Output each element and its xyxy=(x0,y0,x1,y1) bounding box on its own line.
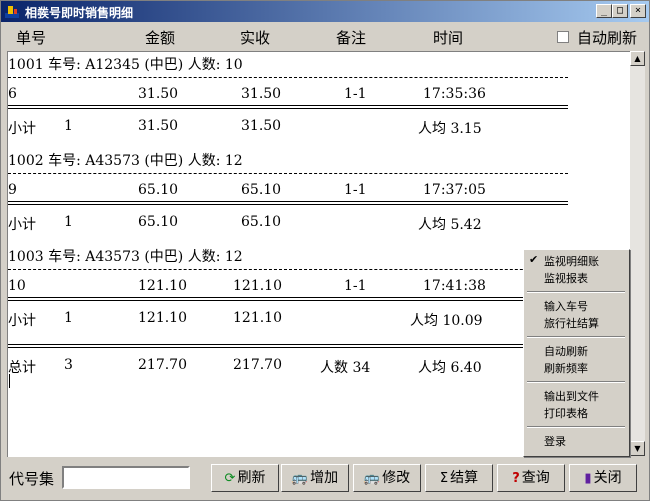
subtotal-amount: 31.50 xyxy=(138,118,179,134)
code-set-label: 代号集 xyxy=(9,470,55,488)
subtotal-average: 人均 3.15 xyxy=(418,121,482,137)
title-bar[interactable]: 相彂号即时销售明细 _ □ × xyxy=(1,1,649,22)
dashed-separator xyxy=(8,269,568,270)
menu-item-monitor-report[interactable]: 监视报表 xyxy=(544,270,588,286)
total-people: 人数 34 xyxy=(320,360,371,376)
menu-item-monitor-detail[interactable]: 监视明细账 xyxy=(544,253,599,269)
auto-refresh-label[interactable]: 自动刷新 xyxy=(577,27,637,48)
subtotal-paid: 31.50 xyxy=(241,118,282,134)
refresh-icon: ⟳ xyxy=(224,471,236,486)
menu-item-enter-car-no[interactable]: 输入车号 xyxy=(544,298,588,314)
text-cursor xyxy=(9,374,10,388)
subtotal-amount: 121.10 xyxy=(138,310,187,326)
total-label: 总计 xyxy=(8,360,36,376)
check-mark-icon: ✔ xyxy=(529,253,539,266)
code-set-input[interactable] xyxy=(62,466,190,489)
dashed-separator xyxy=(8,77,568,78)
menu-item-export-file[interactable]: 输出到文件 xyxy=(544,388,599,404)
menu-item-refresh-rate[interactable]: 刷新频率 xyxy=(544,360,588,376)
group-header: 1003 车号: A43573 (中巴) 人数: 12 xyxy=(8,249,243,265)
detail-amount: 31.50 xyxy=(138,86,179,102)
subtotal-average: 人均 5.42 xyxy=(418,217,482,233)
header-note: 备注 xyxy=(336,29,367,47)
maximize-button[interactable]: □ xyxy=(612,4,628,18)
double-separator xyxy=(8,201,568,205)
detail-paid: 31.50 xyxy=(241,86,282,102)
detail-note: 1-1 xyxy=(344,182,367,198)
subtotal-paid: 65.10 xyxy=(241,214,282,230)
detail-time: 17:35:36 xyxy=(423,86,486,102)
double-separator xyxy=(8,297,568,301)
vertical-scrollbar[interactable]: ▲ ▼ xyxy=(630,51,645,456)
main-window: 相彂号即时销售明细 _ □ × 单号 金额 实收 备注 时间 自动刷新 1001… xyxy=(0,0,650,501)
settle-button[interactable]: Σ 结算 xyxy=(425,464,493,492)
subtotal-label: 小计 xyxy=(8,217,36,233)
detail-no: 9 xyxy=(8,182,17,198)
total-paid: 217.70 xyxy=(233,357,282,373)
window-title: 相彂号即时销售明细 xyxy=(25,6,134,20)
car-add-icon: 🚌 xyxy=(291,471,309,486)
detail-no: 6 xyxy=(8,86,17,102)
detail-paid: 121.10 xyxy=(233,278,282,294)
subtotal-count: 1 xyxy=(64,118,73,134)
menu-item-print-table[interactable]: 打印表格 xyxy=(544,405,588,421)
auto-refresh-checkbox[interactable] xyxy=(557,31,569,43)
close-window-button[interactable]: × xyxy=(630,4,646,18)
subtotal-count: 1 xyxy=(64,214,73,230)
menu-separator xyxy=(527,291,625,293)
add-button[interactable]: 🚌 增加 xyxy=(281,464,349,492)
total-count: 3 xyxy=(64,357,73,373)
detail-note: 1-1 xyxy=(344,278,367,294)
query-button[interactable]: ? 查询 xyxy=(497,464,565,492)
subtotal-average: 人均 10.09 xyxy=(410,313,483,329)
detail-time: 17:37:05 xyxy=(423,182,486,198)
detail-no: 10 xyxy=(8,278,26,294)
detail-paid: 65.10 xyxy=(241,182,282,198)
close-button[interactable]: ▮ 关闭 xyxy=(569,464,637,492)
app-icon xyxy=(5,6,19,18)
menu-item-auto-refresh[interactable]: 自动刷新 xyxy=(544,343,588,359)
query-icon: ? xyxy=(512,471,520,486)
menu-separator xyxy=(527,426,625,428)
sigma-icon: Σ xyxy=(439,471,449,486)
header-time: 时间 xyxy=(433,29,464,47)
minimize-button[interactable]: _ xyxy=(596,4,612,18)
double-separator xyxy=(8,344,568,348)
header-order-no: 单号 xyxy=(16,29,47,47)
scroll-up-arrow-icon[interactable]: ▲ xyxy=(630,51,645,66)
total-amount: 217.70 xyxy=(138,357,187,373)
subtotal-paid: 121.10 xyxy=(233,310,282,326)
group-header: 1002 车号: A43573 (中巴) 人数: 12 xyxy=(8,153,243,169)
exit-door-icon: ▮ xyxy=(584,471,592,486)
subtotal-label: 小计 xyxy=(8,121,36,137)
detail-time: 17:41:38 xyxy=(423,278,486,294)
group-header: 1001 车号: A12345 (中巴) 人数: 10 xyxy=(8,57,243,73)
context-menu: ✔ 监视明细账 监视报表 输入车号 旅行社结算 自动刷新 刷新频率 输出到文件 … xyxy=(523,249,630,457)
detail-amount: 65.10 xyxy=(138,182,179,198)
menu-separator xyxy=(527,336,625,338)
detail-note: 1-1 xyxy=(344,86,367,102)
detail-amount: 121.10 xyxy=(138,278,187,294)
menu-item-login[interactable]: 登录 xyxy=(544,433,566,449)
scroll-down-arrow-icon[interactable]: ▼ xyxy=(630,441,645,456)
subtotal-label: 小计 xyxy=(8,313,36,329)
menu-item-agency-settle[interactable]: 旅行社结算 xyxy=(544,315,599,331)
menu-separator xyxy=(527,381,625,383)
car-edit-icon: 🚌 xyxy=(363,471,381,486)
edit-button[interactable]: 🚌 修改 xyxy=(353,464,421,492)
dashed-separator xyxy=(8,173,568,174)
double-separator xyxy=(8,105,568,109)
refresh-button[interactable]: ⟳ 刷新 xyxy=(211,464,279,492)
header-paid: 实收 xyxy=(240,29,271,47)
total-average: 人均 6.40 xyxy=(418,360,482,376)
header-amount: 金额 xyxy=(145,29,176,47)
subtotal-count: 1 xyxy=(64,310,73,326)
subtotal-amount: 65.10 xyxy=(138,214,179,230)
